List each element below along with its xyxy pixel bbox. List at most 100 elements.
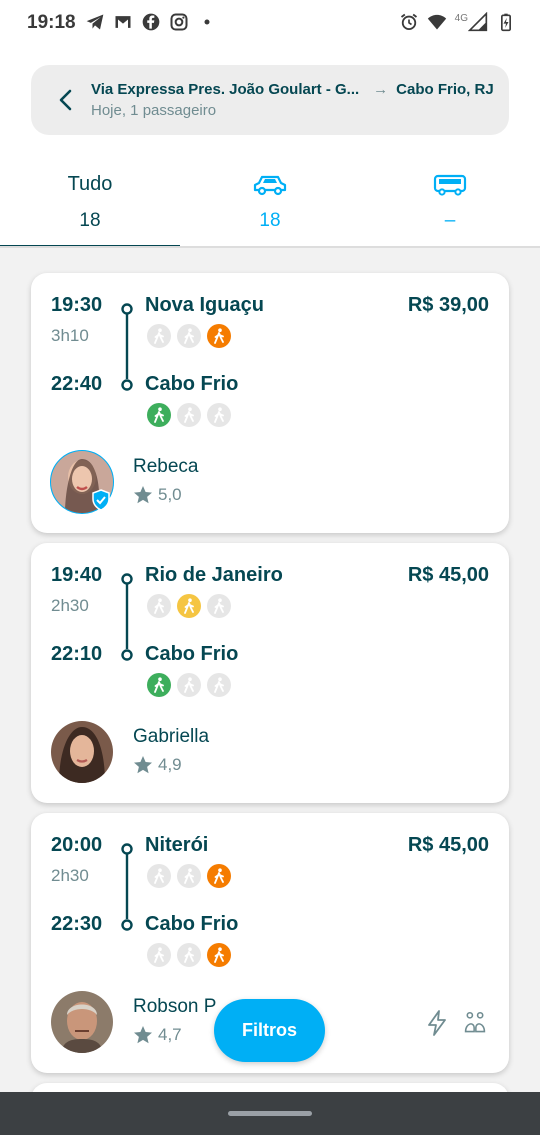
walking-icon (147, 943, 171, 967)
telegram-icon (86, 14, 104, 30)
origin-city: Niterói (145, 834, 209, 856)
filters-button[interactable]: Filtros (214, 999, 325, 1062)
search-details: Hoje, 1 passageiro (91, 102, 217, 119)
ride-card[interactable]: 19:40 2h30 22:10 Rio de Janeiro Cabo Fri… (31, 543, 509, 803)
departure-time: 19:40 (51, 564, 103, 586)
origin-city: Rio de Janeiro (145, 564, 283, 586)
star-icon (134, 756, 152, 774)
walking-icon (177, 864, 201, 888)
walking-icon (177, 673, 201, 697)
driver-name: Rebeca (133, 456, 199, 477)
driver-avatar (51, 991, 113, 1053)
header-area: 19:18 4G Via Expressa Pres. João Goulart… (0, 0, 540, 248)
walking-icon (147, 673, 171, 697)
origin-proximity (147, 594, 231, 618)
search-summary[interactable]: Via Expressa Pres. João Goulart - G... → C… (31, 65, 509, 135)
walking-icon (207, 943, 231, 967)
back-arrow-icon[interactable] (55, 87, 77, 113)
driver-name: Robson P (133, 996, 217, 1017)
bus-icon (433, 174, 467, 196)
status-time: 19:18 (27, 12, 76, 33)
route-line-icon (121, 303, 133, 391)
walking-icon (207, 673, 231, 697)
walking-icon (147, 403, 171, 427)
destination-city: Cabo Frio (145, 643, 239, 665)
star-icon (134, 486, 152, 504)
status-bar: 19:18 4G (0, 0, 540, 46)
ride-price: R$ 45,00 (407, 564, 489, 586)
walking-icon (177, 403, 201, 427)
driver-rating: 4,7 (133, 1025, 182, 1045)
more-notifications-icon (204, 19, 210, 25)
destination-city: Cabo Frio (145, 913, 239, 935)
tab-bus-count: – (444, 210, 456, 231)
transport-tabs: Tudo 18 18 – (0, 160, 540, 248)
tab-all-count: 18 (79, 210, 101, 231)
alarm-icon (400, 13, 417, 31)
walking-icon (177, 594, 201, 618)
ride-card[interactable]: 19:30 3h10 22:40 Nova Iguaçu Cabo Frio R… (31, 273, 509, 533)
tab-bus[interactable]: – (360, 160, 540, 248)
trip-duration: 3h10 (51, 326, 89, 345)
driver-rating: 5,0 (133, 485, 182, 505)
destination-proximity (147, 403, 231, 427)
driver-name: Gabriella (133, 726, 210, 747)
system-navigation-bar (0, 1092, 540, 1135)
departure-time: 20:00 (51, 834, 103, 856)
arrival-time: 22:10 (51, 643, 103, 665)
walking-icon (207, 864, 231, 888)
arrival-time: 22:30 (51, 913, 103, 935)
origin-proximity (147, 864, 231, 888)
walking-icon (207, 403, 231, 427)
route-summary: Via Expressa Pres. João Goulart - G... → C… (91, 81, 494, 98)
car-icon (253, 175, 287, 196)
verified-badge-icon (92, 489, 110, 511)
walking-icon (177, 324, 201, 348)
departure-time: 19:30 (51, 294, 103, 316)
tab-all-label: Tudo (67, 173, 113, 195)
trip-duration: 2h30 (51, 866, 89, 885)
arrival-time: 22:40 (51, 373, 103, 395)
walking-icon (177, 943, 201, 967)
signal-icon (468, 12, 488, 32)
destination-city: Cabo Frio (145, 373, 239, 395)
tab-all[interactable]: Tudo 18 (0, 160, 180, 248)
route-origin: Via Expressa Pres. João Goulart - G... (91, 81, 360, 98)
wifi-icon (427, 14, 446, 30)
driver-rating: 4,9 (133, 755, 182, 775)
tab-carpool[interactable]: 18 (180, 160, 360, 248)
walking-icon (147, 594, 171, 618)
battery-icon (501, 13, 511, 32)
max-two-in-back-icon (464, 1011, 486, 1033)
gmail-icon (115, 16, 131, 28)
ride-price: R$ 45,00 (407, 834, 489, 856)
walking-icon (147, 324, 171, 348)
home-gesture-handle[interactable] (228, 1111, 312, 1116)
arrow-right-icon: → (373, 81, 389, 98)
rating-value: 5,0 (158, 485, 182, 504)
tab-carpool-count: 18 (259, 210, 281, 231)
walking-icon (207, 594, 231, 618)
destination-proximity (147, 673, 231, 697)
instant-booking-icon (428, 1010, 446, 1036)
walking-icon (207, 324, 231, 348)
star-icon (134, 1026, 152, 1044)
route-line-icon (121, 843, 133, 931)
ride-features (425, 1009, 487, 1037)
origin-city: Nova Iguaçu (145, 294, 264, 316)
ride-price: R$ 39,00 (407, 294, 489, 316)
walking-icon (147, 864, 171, 888)
tabs-divider (0, 246, 540, 248)
notification-icons (85, 12, 217, 32)
destination-proximity (147, 943, 231, 967)
network-type: 4G (454, 12, 468, 24)
rating-value: 4,9 (158, 755, 182, 774)
rating-value: 4,7 (158, 1025, 182, 1044)
driver-avatar (51, 721, 113, 783)
instagram-icon (170, 13, 188, 31)
facebook-icon (142, 13, 160, 31)
origin-proximity (147, 324, 231, 348)
trip-duration: 2h30 (51, 596, 89, 615)
system-icons: 4G (399, 12, 516, 32)
route-line-icon (121, 573, 133, 661)
